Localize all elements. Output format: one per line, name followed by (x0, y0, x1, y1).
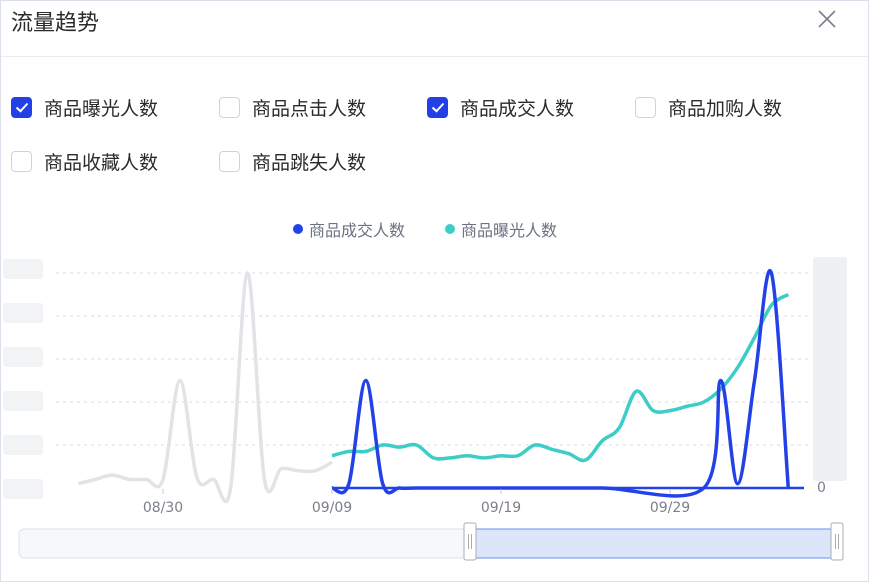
axis-placeholder (3, 303, 43, 323)
axis-placeholder (3, 347, 43, 367)
slider-selection[interactable] (469, 528, 838, 559)
axis-placeholder (3, 391, 43, 411)
grid-lines (56, 272, 809, 446)
x-tick-label: 09/09 (312, 500, 352, 516)
slider-handle-left[interactable] (463, 522, 477, 561)
preview-line (78, 271, 333, 504)
y-tick-label: 0 (817, 480, 826, 496)
slider-handle-right[interactable] (830, 522, 844, 561)
x-tick-label: 09/19 (481, 500, 521, 516)
axis-placeholder (3, 479, 43, 499)
traffic-trend-dialog: 流量趋势 商品曝光人数 商品点击人数 商品成交人数 商品加购人数 商品收藏人数 … (0, 0, 869, 582)
right-axis-placeholder (813, 257, 847, 481)
series-line-exposure (331, 292, 790, 463)
axis-placeholder (3, 435, 43, 455)
left-axis-placeholder (3, 259, 43, 499)
series-line-deal (331, 268, 791, 498)
x-tick-label: 08/30 (143, 500, 183, 516)
traffic-chart: 08/30 09/09 09/19 09/29 0 (3, 257, 847, 561)
x-tick-label: 09/29 (650, 500, 690, 516)
axis-placeholder (813, 257, 847, 481)
range-slider[interactable] (18, 522, 844, 561)
axis-placeholder (3, 259, 43, 279)
